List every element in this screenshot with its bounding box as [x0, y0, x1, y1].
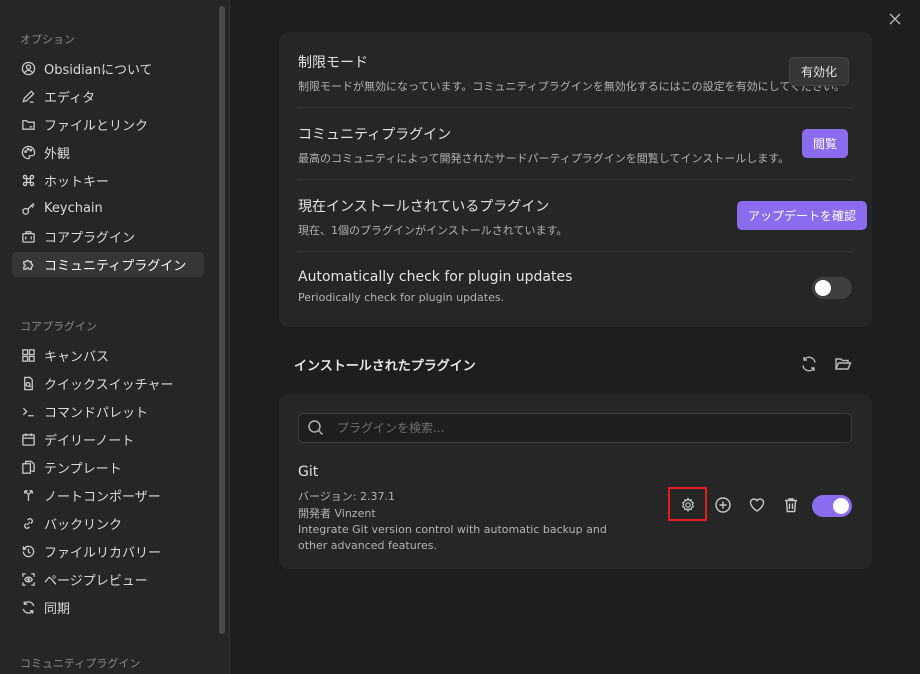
- toggle-knob: [815, 280, 831, 296]
- sidebar-group-options: オプション: [20, 33, 75, 46]
- search-icon: [308, 420, 324, 436]
- check-updates-button[interactable]: アップデートを確認: [737, 201, 868, 230]
- reload-plugins-icon[interactable]: [800, 355, 818, 373]
- sidebar-item-label: クイックスイッチャー: [44, 378, 174, 393]
- sidebar-item-label: 同期: [44, 602, 71, 617]
- merge-icon: [20, 488, 36, 504]
- sidebar-item-daily-notes[interactable]: デイリーノート: [12, 427, 204, 452]
- sidebar-item-editor[interactable]: エディタ: [12, 84, 204, 109]
- setting-title: 制限モード: [298, 55, 368, 71]
- setting-restricted-mode: 制限モード 制限モードが無効になっています。コミュニティプラグインを無効化するに…: [298, 52, 853, 94]
- sidebar-item-label: キャンバス: [44, 350, 110, 365]
- close-icon[interactable]: [886, 10, 904, 28]
- plugin-search-input[interactable]: [335, 420, 835, 436]
- community-settings-card: 制限モード 制限モードが無効になっています。コミュニティプラグインを無効化するに…: [279, 32, 872, 327]
- divider: [298, 107, 853, 108]
- setting-title: Automatically check for plugin updates: [298, 269, 573, 285]
- sidebar-item-core-plugins[interactable]: コアプラグイン: [12, 224, 204, 249]
- terminal-icon: [20, 404, 36, 420]
- sidebar-item-canvas[interactable]: キャンバス: [12, 343, 204, 368]
- open-plugins-folder-icon[interactable]: [834, 355, 852, 373]
- sidebar-item-about[interactable]: Obsidianについて: [12, 56, 204, 81]
- sidebar-item-file-recovery[interactable]: ファイルリカバリー: [12, 539, 204, 564]
- command-icon: [20, 173, 36, 189]
- sidebar-item-label: Obsidianについて: [44, 63, 153, 78]
- puzzle-icon: [20, 257, 36, 273]
- sidebar-item-label: 外観: [44, 147, 71, 162]
- setting-community-plugins: コミュニティプラグイン 最高のコミュニティによって開発されたサードパーティプラグ…: [298, 124, 853, 166]
- sidebar-group-community: コミュニティプラグイン: [20, 657, 141, 670]
- sidebar-item-label: コマンドパレット: [44, 406, 149, 421]
- sidebar-item-label: ファイルとリンク: [44, 119, 149, 134]
- setting-description: Periodically check for plugin updates.: [298, 291, 505, 304]
- sidebar-group-core: コアプラグイン: [20, 320, 97, 333]
- sidebar-item-backlinks[interactable]: バックリンク: [12, 511, 204, 536]
- sidebar-item-community-plugins[interactable]: コミュニティプラグイン: [12, 252, 204, 277]
- links-icon: [20, 516, 36, 532]
- sidebar-item-label: ホットキー: [44, 175, 110, 190]
- setting-title: コミュニティプラグイン: [298, 127, 452, 143]
- trash-icon[interactable]: [780, 494, 802, 516]
- sidebar-item-sync[interactable]: 同期: [12, 595, 204, 620]
- sidebar-item-label: エディタ: [44, 91, 96, 106]
- calendar-icon: [20, 432, 36, 448]
- briefcase-icon: [20, 229, 36, 245]
- toggle-knob: [833, 498, 849, 514]
- sidebar-item-label: デイリーノート: [44, 434, 135, 449]
- sidebar-item-label: コアプラグイン: [44, 231, 136, 246]
- plugin-version: バージョン: 2.37.1: [298, 490, 395, 503]
- sidebar-item-hotkeys[interactable]: ホットキー: [12, 168, 204, 193]
- sidebar-item-templates[interactable]: テンプレート: [12, 455, 204, 480]
- sidebar-item-label: ノートコンポーザー: [44, 490, 161, 505]
- divider: [298, 251, 853, 252]
- sidebar-item-label: ページプレビュー: [44, 574, 148, 589]
- sidebar-item-command-palette[interactable]: コマンドパレット: [12, 399, 204, 424]
- key-icon: [20, 201, 36, 217]
- sidebar-item-label: Keychain: [44, 201, 103, 216]
- setting-description: 最高のコミュニティによって開発されたサードパーティプラグインを閲覧してインストー…: [298, 152, 790, 165]
- files-icon: [20, 460, 36, 476]
- plugin-item-git: Git バージョン: 2.37.1 開発者 Vinzent Integrate …: [298, 464, 658, 554]
- circle-user-icon: [20, 61, 36, 77]
- folder-link-icon: [20, 117, 36, 133]
- plugin-enable-toggle[interactable]: [812, 495, 852, 517]
- auto-check-toggle[interactable]: [812, 277, 852, 299]
- pencil-icon: [20, 89, 36, 105]
- add-hotkey-icon[interactable]: [712, 494, 734, 516]
- heart-icon[interactable]: [746, 494, 768, 516]
- sidebar-item-page-preview[interactable]: ページプレビュー: [12, 567, 204, 592]
- layout-grid-icon: [20, 348, 36, 364]
- gear-highlight-box: [668, 487, 707, 521]
- divider: [298, 179, 853, 180]
- sidebar-item-files-links[interactable]: ファイルとリンク: [12, 112, 204, 137]
- sidebar-item-label: テンプレート: [44, 462, 122, 477]
- enable-restricted-button[interactable]: 有効化: [789, 57, 850, 86]
- settings-sidebar: オプション Obsidianについて エディタ ファイルとリンク 外観 ホットキ…: [0, 0, 230, 674]
- setting-description: 制限モードが無効になっています。コミュニティプラグインを無効化するにはこの設定を…: [298, 80, 846, 93]
- sidebar-item-keychain[interactable]: Keychain: [12, 196, 204, 221]
- history-icon: [20, 544, 36, 560]
- plugin-author: 開発者 Vinzent: [298, 507, 376, 520]
- setting-auto-check-updates: Automatically check for plugin updates P…: [298, 269, 853, 304]
- refresh-icon: [20, 600, 36, 616]
- palette-icon: [20, 145, 36, 161]
- sidebar-scrollbar[interactable]: [219, 6, 225, 634]
- plugin-name: Git: [298, 464, 319, 480]
- scan-eye-icon: [20, 572, 36, 588]
- installed-plugins-heading: インストールされたプラグイン: [294, 359, 476, 374]
- file-search-icon: [20, 376, 36, 392]
- plugin-search-box[interactable]: [298, 413, 852, 443]
- sidebar-item-appearance[interactable]: 外観: [12, 140, 204, 165]
- sidebar-item-quick-switcher[interactable]: クイックスイッチャー: [12, 371, 204, 396]
- browse-plugins-button[interactable]: 閲覧: [802, 129, 849, 158]
- sidebar-item-label: ファイルリカバリー: [44, 546, 162, 561]
- settings-window: オプション Obsidianについて エディタ ファイルとリンク 外観 ホットキ…: [0, 0, 920, 674]
- sidebar-item-label: バックリンク: [44, 518, 123, 533]
- plugin-description: Integrate Git version control with autom…: [298, 523, 607, 552]
- sidebar-item-label: コミュニティプラグイン: [44, 259, 187, 274]
- sidebar-item-note-composer[interactable]: ノートコンポーザー: [12, 483, 204, 508]
